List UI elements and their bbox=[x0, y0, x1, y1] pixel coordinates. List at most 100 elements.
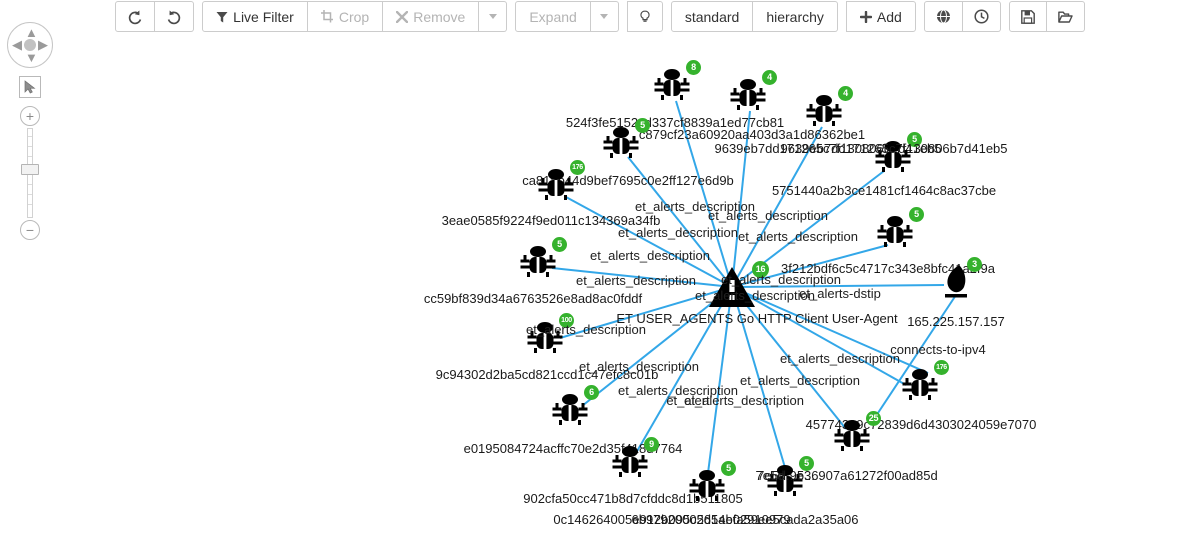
node-label: 7e5d bbox=[755, 468, 785, 483]
node-count-badge: 5 bbox=[635, 118, 650, 133]
graph-node[interactable]: 5 bbox=[875, 207, 924, 247]
floppy-disk-icon bbox=[1020, 9, 1035, 24]
node-label: 165.225.157.157 bbox=[907, 314, 1005, 329]
expand-button-label: Expand bbox=[529, 8, 577, 25]
graph-node[interactable]: 25 bbox=[832, 411, 881, 451]
edge-label: et_alerts_description bbox=[590, 248, 710, 263]
node-count-badge: 25 bbox=[866, 411, 881, 426]
graph-node[interactable]: 9 bbox=[610, 437, 659, 477]
graph-node[interactable]: 4 bbox=[728, 70, 777, 110]
plus-icon bbox=[859, 10, 872, 23]
toolbar-button-group: Expand bbox=[515, 1, 619, 32]
toolbar-button-group bbox=[1008, 1, 1085, 32]
graph-edges bbox=[551, 100, 957, 474]
node-label: c879cf23a60920aa403d3a1d86362be1 bbox=[638, 127, 866, 142]
node-count-badge: 4 bbox=[838, 86, 853, 101]
node-count-badge: 5 bbox=[909, 207, 924, 222]
node-count-badge: 6 bbox=[584, 385, 599, 400]
crop-icon bbox=[320, 10, 334, 23]
remove-dropdown-button[interactable] bbox=[479, 1, 508, 32]
filter-icon bbox=[216, 11, 228, 23]
toolbar-button-group: Live Filter Crop Remove bbox=[202, 1, 508, 32]
edge-label: et_alerts_description bbox=[738, 229, 858, 244]
graph-node[interactable]: 5 bbox=[518, 237, 567, 277]
node-count-badge: 176 bbox=[934, 360, 949, 375]
graph-node[interactable]: 176 bbox=[900, 360, 949, 400]
lightbulb-icon bbox=[639, 10, 651, 24]
graph-explorer-app: Live Filter Crop Remove Expand standard hiera… bbox=[0, 0, 1200, 547]
edge-label: et_alerts_description bbox=[695, 288, 815, 303]
remove-button-label: Remove bbox=[413, 8, 466, 25]
node-count-badge: 4 bbox=[762, 70, 777, 85]
graph-node[interactable]: 4 bbox=[804, 86, 853, 126]
node-count-badge: 5 bbox=[721, 461, 736, 476]
open-folder-icon bbox=[1058, 10, 1073, 24]
layout-standard-button-label: standard bbox=[684, 8, 740, 25]
hint-button[interactable] bbox=[626, 1, 663, 32]
edge-label: et_alerts_description bbox=[740, 373, 860, 388]
layout-hierarchy-button[interactable]: hierarchy bbox=[753, 1, 838, 32]
node-count-badge: 3 bbox=[967, 257, 982, 272]
floppy-disk-icon bbox=[1020, 9, 1035, 24]
main-toolbar: Live Filter Crop Remove Expand standard hiera… bbox=[0, 0, 1200, 33]
undo-icon bbox=[127, 9, 143, 25]
node-label: cc59bf839d34a6763526e8ad8ac0fddf bbox=[423, 291, 643, 306]
node-label: ET USER_AGENTS Go HTTP Client User-Agent bbox=[616, 311, 898, 326]
plus-icon bbox=[859, 10, 872, 23]
graph-node[interactable]: 8 bbox=[652, 60, 701, 100]
clock-icon bbox=[974, 9, 989, 24]
globe-icon bbox=[936, 9, 950, 24]
crop-button-label: Crop bbox=[338, 8, 370, 25]
open-folder-icon bbox=[1058, 11, 1073, 23]
node-label: 9639eb7dd171265c7f130806b7d41eb5 bbox=[780, 141, 1008, 156]
undo-button[interactable] bbox=[115, 1, 156, 32]
toolbar-button-group bbox=[923, 1, 1001, 32]
edge-label: et_alert bbox=[666, 393, 710, 408]
graph-node[interactable]: 5 bbox=[601, 118, 650, 158]
geo-map-button[interactable] bbox=[923, 1, 963, 32]
toolbar-button-group: standard hierarchy bbox=[670, 1, 838, 32]
graph-node[interactable]: 6 bbox=[550, 385, 599, 425]
node-count-badge: 176 bbox=[570, 160, 585, 175]
redo-icon bbox=[167, 10, 181, 24]
save-button[interactable] bbox=[1008, 1, 1047, 32]
live-filter-button[interactable]: Live Filter bbox=[202, 1, 308, 32]
chevron-down-icon bbox=[488, 14, 497, 19]
node-count-badge: 5 bbox=[552, 237, 567, 252]
toolbar-button-group bbox=[626, 1, 663, 32]
crop-button[interactable]: Crop bbox=[307, 1, 384, 32]
undo-icon bbox=[128, 10, 142, 24]
remove-x-icon bbox=[396, 10, 409, 23]
node-label: 5751440a2b3ce1481cf1464c8ac37cbe bbox=[771, 183, 997, 198]
redo-icon bbox=[166, 9, 182, 25]
graph-canvas[interactable]: 8 524f3fe5152cd337cf8839a1ed77cb81 4 c87… bbox=[0, 33, 1200, 547]
graph-node[interactable]: 5 bbox=[687, 461, 736, 501]
filter-icon bbox=[216, 11, 228, 22]
edge-label: connects-to-ipv4 bbox=[890, 342, 986, 357]
edge-label: et_alerts_description bbox=[780, 351, 900, 366]
open-button[interactable] bbox=[1046, 1, 1085, 32]
timeline-button[interactable] bbox=[962, 1, 1001, 32]
edge-label: et_alerts_description bbox=[526, 322, 646, 337]
toolbar-button-group: Add bbox=[845, 1, 916, 32]
remove-x-icon bbox=[396, 10, 409, 23]
expand-button[interactable]: Expand bbox=[515, 1, 591, 32]
edge-label: et_alerts_description bbox=[721, 272, 841, 287]
node-label: 0c146264005e912b095c5d5ab02910979 bbox=[553, 512, 791, 527]
crop-icon bbox=[320, 10, 333, 23]
live-filter-button-label: Live Filter bbox=[233, 8, 294, 25]
layout-standard-button[interactable]: standard bbox=[670, 1, 754, 32]
lightbulb-icon bbox=[640, 10, 650, 22]
clock-icon bbox=[974, 9, 989, 24]
graph-node[interactable]: 3 bbox=[939, 257, 982, 303]
edge-label: et_alerts-dstip bbox=[799, 286, 881, 301]
add-button[interactable]: Add bbox=[845, 1, 916, 32]
expand-dropdown-button[interactable] bbox=[590, 1, 619, 32]
layout-hierarchy-button-label: hierarchy bbox=[766, 8, 824, 25]
graph-node[interactable]: 176 bbox=[536, 160, 585, 200]
redo-button[interactable] bbox=[155, 1, 195, 32]
remove-button[interactable]: Remove bbox=[383, 1, 480, 32]
toolbar-button-group bbox=[115, 1, 195, 32]
edge-label: et_alerts_description bbox=[576, 273, 696, 288]
node-count-badge: 8 bbox=[686, 60, 701, 75]
